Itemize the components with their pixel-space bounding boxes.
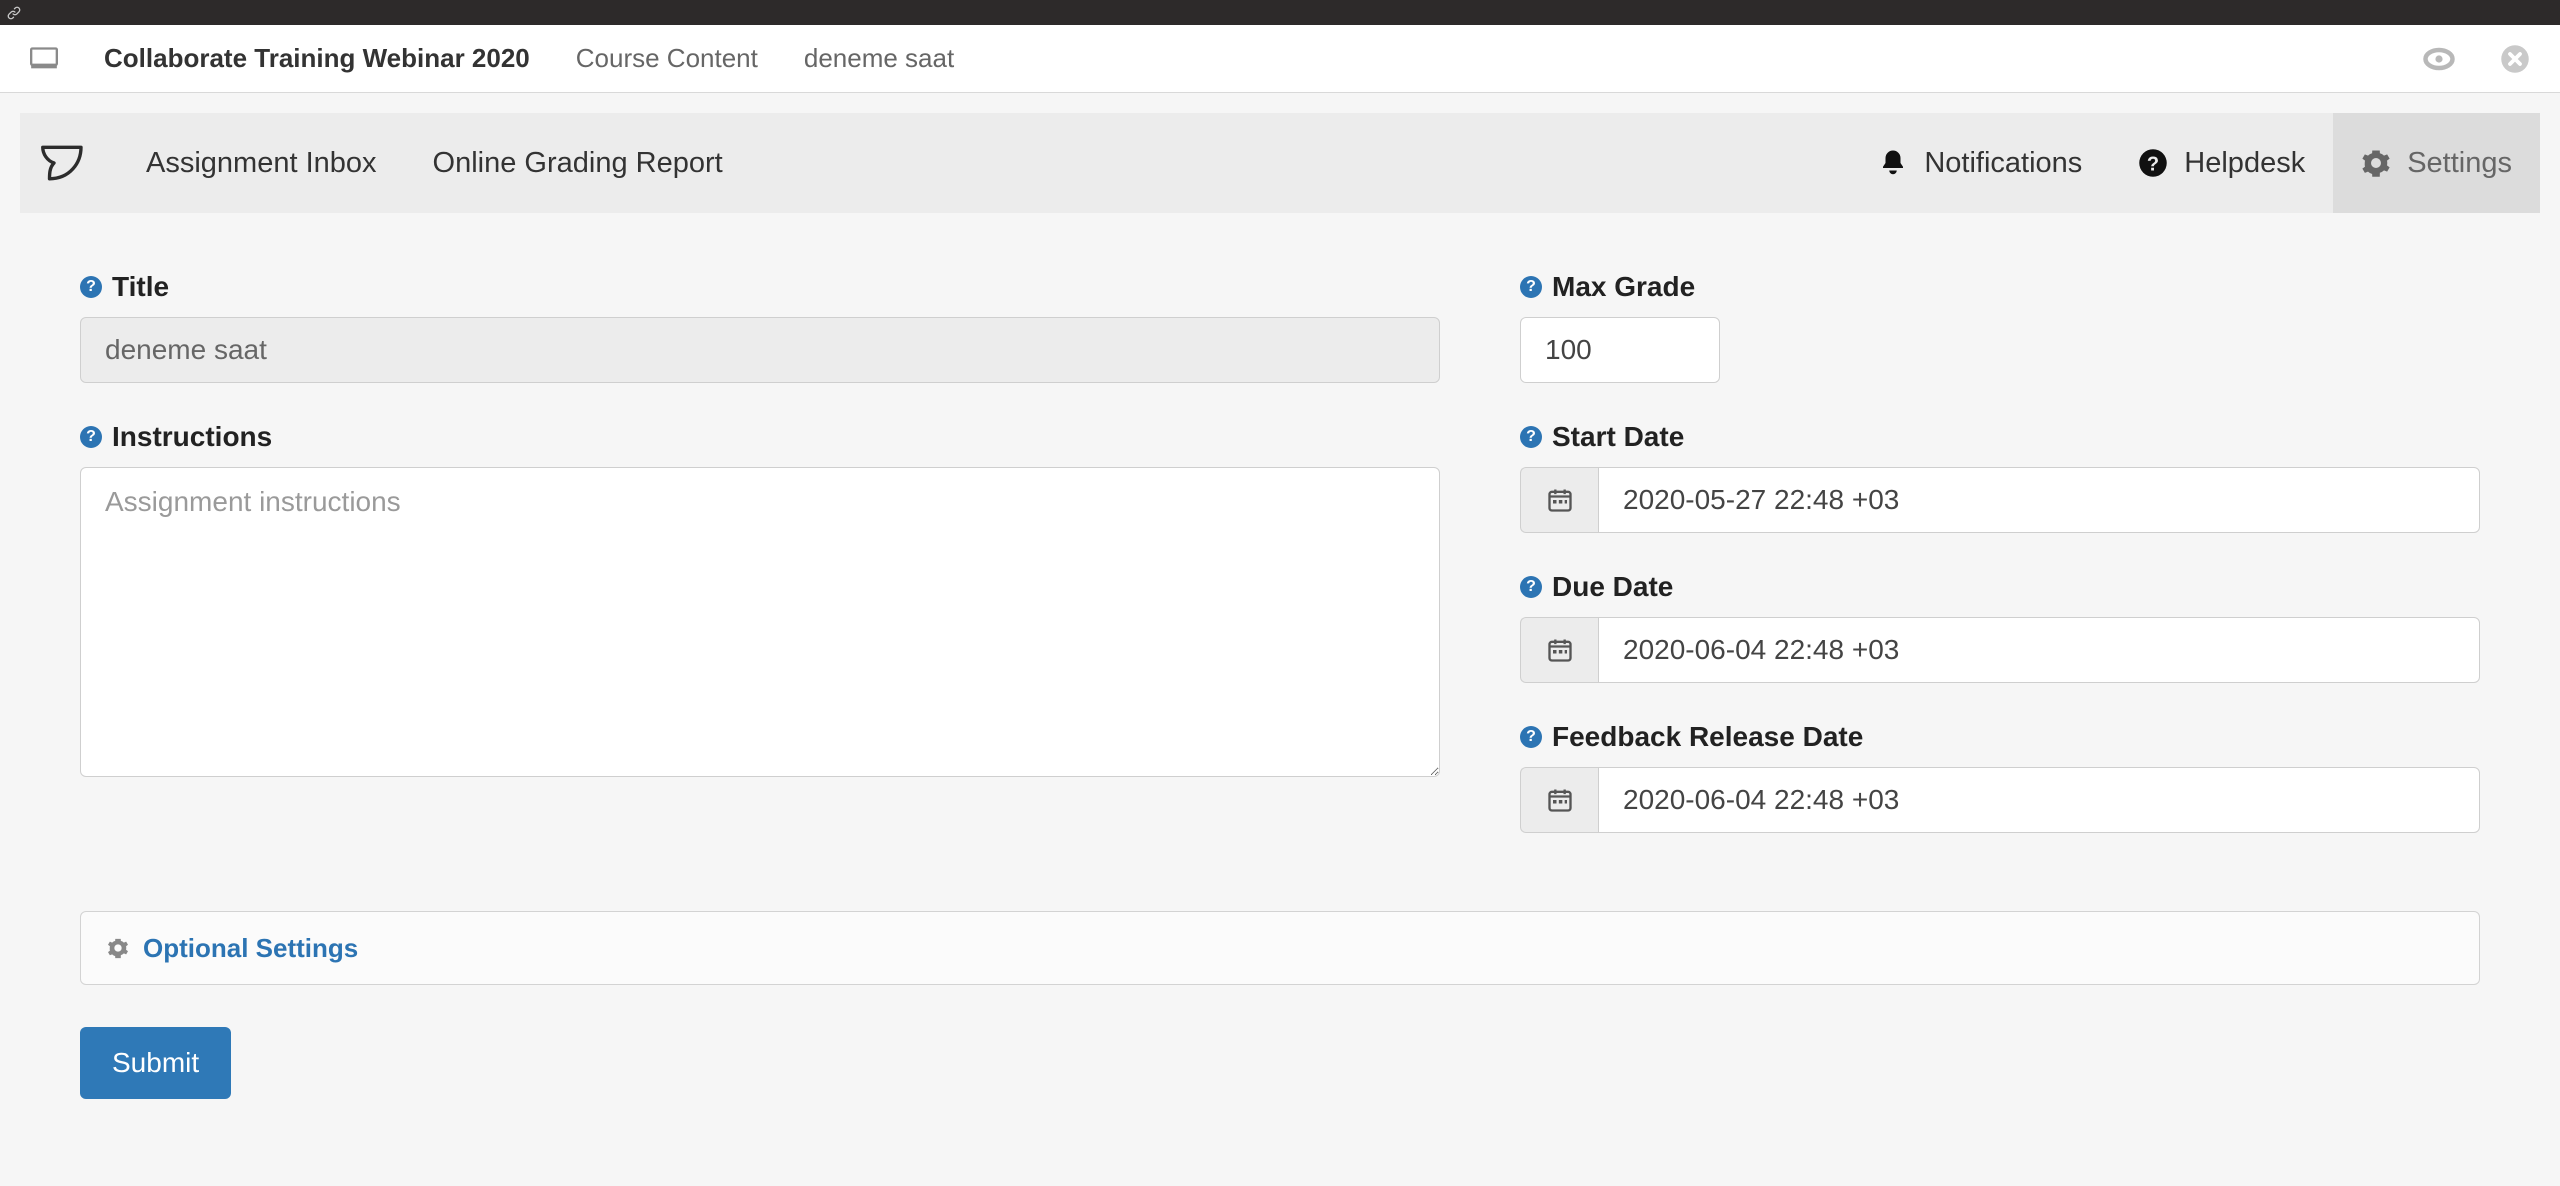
help-badge-icon[interactable]: ? (1520, 726, 1542, 748)
os-top-bar (0, 0, 2560, 25)
calendar-icon[interactable] (1520, 467, 1598, 533)
tab-assignment-inbox[interactable]: Assignment Inbox (118, 147, 405, 180)
start-date-label: Start Date (1552, 421, 1684, 453)
field-start-date: ? Start Date (1520, 421, 2480, 533)
title-input[interactable] (80, 317, 1440, 383)
breadcrumb-bar: Collaborate Training Webinar 2020 Course… (0, 25, 2560, 93)
instructions-textarea[interactable] (80, 467, 1440, 777)
optional-settings-toggle[interactable]: Optional Settings (80, 911, 2480, 985)
crumb-course-content[interactable]: Course Content (576, 43, 758, 74)
field-title: ? Title (80, 271, 1440, 383)
due-date-input[interactable] (1598, 617, 2480, 683)
feedback-date-label: Feedback Release Date (1552, 721, 1863, 753)
calendar-icon[interactable] (1520, 767, 1598, 833)
gear-icon (107, 937, 129, 959)
helpdesk-label: Helpdesk (2184, 147, 2305, 180)
notifications-button[interactable]: Notifications (1850, 147, 2110, 180)
settings-label: Settings (2407, 147, 2512, 180)
crumb-assignment-name[interactable]: deneme saat (804, 43, 954, 74)
help-icon: ? (2138, 148, 2168, 178)
help-badge-icon[interactable]: ? (1520, 576, 1542, 598)
due-date-label: Due Date (1552, 571, 1673, 603)
close-icon[interactable] (2500, 44, 2530, 74)
app-toolbar: Assignment Inbox Online Grading Report N… (20, 113, 2540, 213)
field-max-grade: ? Max Grade (1520, 271, 2480, 383)
turnitin-logo-icon (20, 136, 118, 190)
refresh-icon[interactable] (2420, 44, 2458, 74)
calendar-icon[interactable] (1520, 617, 1598, 683)
bell-icon (1878, 148, 1908, 178)
help-badge-icon[interactable]: ? (1520, 276, 1542, 298)
settings-form: ? Title ? Instructions ? Max Grade (0, 213, 2560, 911)
monitor-icon[interactable] (30, 47, 58, 71)
start-date-input[interactable] (1598, 467, 2480, 533)
max-grade-label: Max Grade (1552, 271, 1695, 303)
title-label: Title (112, 271, 169, 303)
tab-online-grading-report[interactable]: Online Grading Report (405, 147, 751, 180)
settings-button[interactable]: Settings (2333, 113, 2540, 213)
help-badge-icon[interactable]: ? (80, 426, 102, 448)
helpdesk-button[interactable]: ? Helpdesk (2110, 147, 2333, 180)
submit-button[interactable]: Submit (80, 1027, 231, 1099)
notifications-label: Notifications (1924, 147, 2082, 180)
link-icon (6, 5, 22, 21)
optional-settings-label: Optional Settings (143, 933, 358, 964)
field-instructions: ? Instructions (80, 421, 1440, 782)
help-badge-icon[interactable]: ? (80, 276, 102, 298)
help-badge-icon[interactable]: ? (1520, 426, 1542, 448)
max-grade-input[interactable] (1520, 317, 1720, 383)
feedback-date-input[interactable] (1598, 767, 2480, 833)
field-feedback-date: ? Feedback Release Date (1520, 721, 2480, 833)
svg-text:?: ? (2147, 154, 2159, 176)
gear-icon (2361, 148, 2391, 178)
course-title[interactable]: Collaborate Training Webinar 2020 (104, 43, 530, 74)
instructions-label: Instructions (112, 421, 272, 453)
field-due-date: ? Due Date (1520, 571, 2480, 683)
